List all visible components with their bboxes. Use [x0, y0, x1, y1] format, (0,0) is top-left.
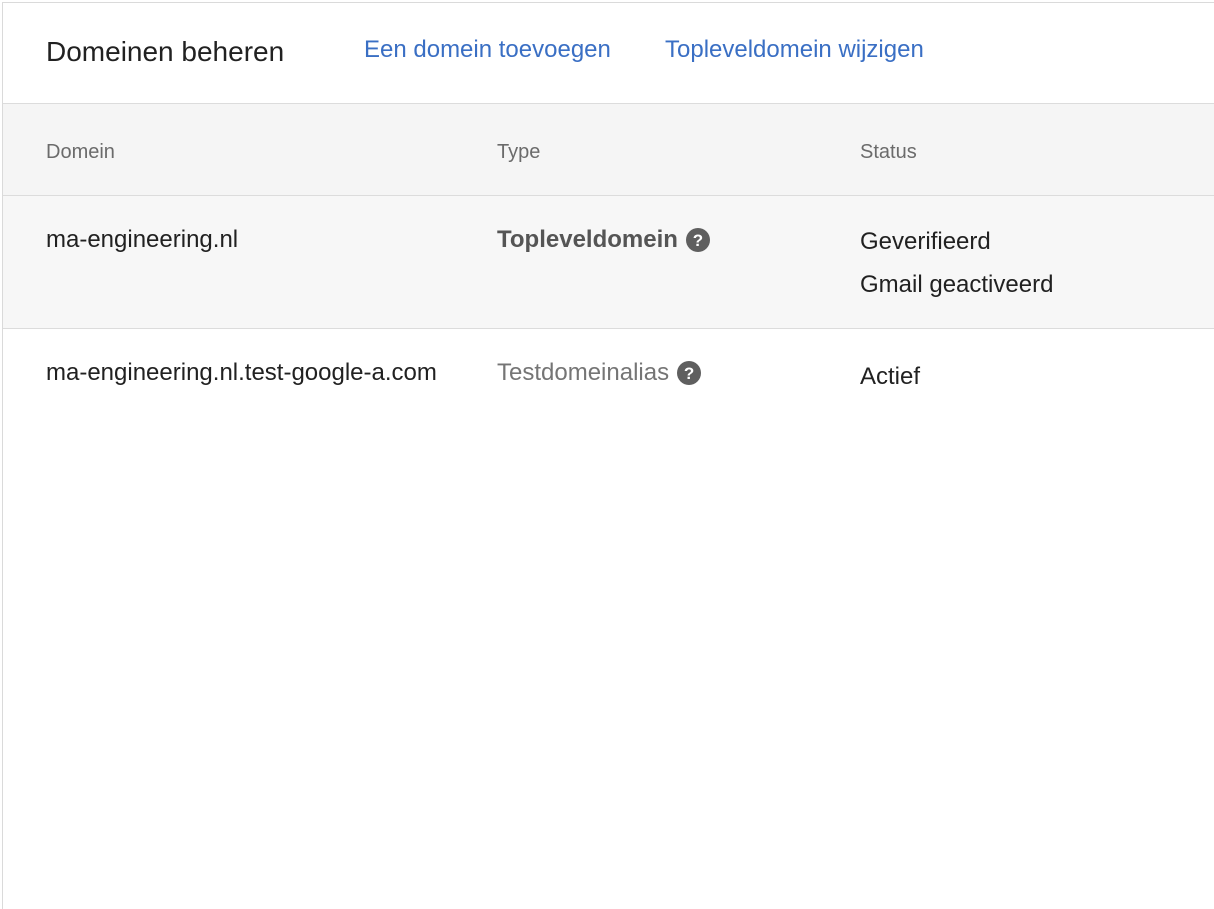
panel-header: Domeinen beheren Een domein toevoegen To…: [3, 3, 1214, 104]
help-icon[interactable]: ?: [677, 361, 702, 385]
domain-type: Topleveldomein ?: [497, 226, 710, 254]
domain-status: Geverifieerd Gmail geactiveerd: [860, 220, 1053, 306]
column-header-type: Type: [497, 141, 541, 163]
table-header: Domein Type Status: [3, 104, 1214, 196]
domain-type-label: Topleveldomein: [497, 226, 678, 253]
status-active: Actief: [860, 363, 921, 390]
domain-type: Testdomeinalias ?: [497, 359, 702, 387]
domain-status: Actief: [860, 355, 920, 398]
add-domain-link[interactable]: Een domein toevoegen: [364, 36, 611, 64]
help-icon[interactable]: ?: [685, 228, 710, 252]
manage-domains-panel: Domeinen beheren Een domein toevoegen To…: [2, 2, 1214, 909]
column-header-domain: Domein: [46, 141, 115, 163]
page-title: Domeinen beheren: [46, 36, 285, 67]
change-primary-domain-link[interactable]: Topleveldomein wijzigen: [665, 36, 924, 64]
domain-name: ma-engineering.nl.test-google-a.com: [46, 359, 437, 386]
domain-type-label: Testdomeinalias: [497, 359, 670, 386]
status-verified: Geverifieerd: [860, 228, 991, 255]
table-row: ma-engineering.nl.test-google-a.com Test…: [3, 329, 1214, 429]
domain-name: ma-engineering.nl: [46, 226, 239, 253]
column-header-status: Status: [860, 141, 917, 163]
table-row: ma-engineering.nl Topleveldomein ? Gever…: [3, 196, 1214, 329]
status-gmail-activated: Gmail geactiveerd: [860, 271, 1054, 298]
